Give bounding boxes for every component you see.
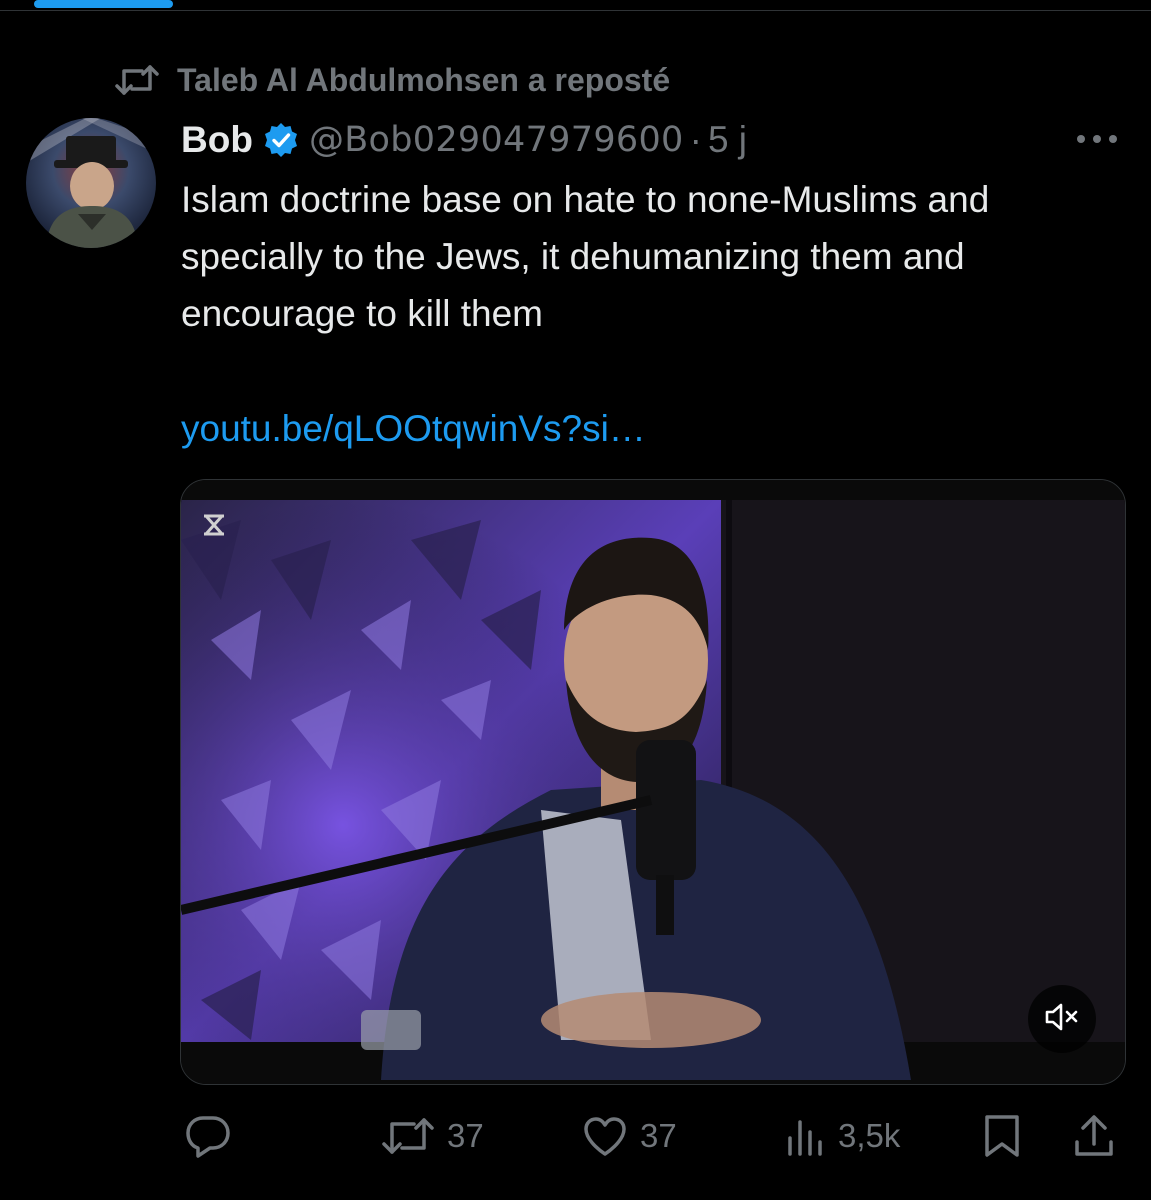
heart-icon — [582, 1115, 628, 1157]
verified-badge-icon[interactable] — [263, 122, 299, 158]
share-button[interactable] — [1073, 1104, 1115, 1168]
reply-icon — [184, 1112, 232, 1160]
views-button[interactable]: 3,5k — [786, 1104, 900, 1168]
repost-icon — [381, 1114, 435, 1158]
tweet-text: Islam doctrine base on hate to none-Musl… — [181, 179, 990, 334]
author-display-name[interactable]: Bob — [181, 119, 253, 161]
repost-button[interactable]: 37 — [381, 1104, 484, 1168]
tweet-header: Bob @Bob029047979600 · 5 j — [181, 114, 747, 166]
bookmark-button[interactable] — [982, 1104, 1022, 1168]
tweet-link[interactable]: youtu.be/qLOOtqwinVs?si… — [181, 400, 646, 457]
mute-button[interactable] — [1028, 985, 1096, 1053]
bookmark-icon — [982, 1113, 1022, 1159]
separator-dot: · — [689, 119, 702, 160]
volume-muted-icon — [1044, 1001, 1080, 1038]
avatar[interactable] — [26, 118, 156, 248]
video-player[interactable] — [180, 479, 1126, 1085]
like-count: 37 — [640, 1117, 677, 1154]
author-handle[interactable]: @Bob029047979600 — [309, 120, 684, 160]
more-options-icon[interactable] — [1074, 124, 1120, 154]
like-button[interactable]: 37 — [582, 1104, 677, 1168]
repost-label: Taleb Al Abdulmohsen a reposté — [177, 61, 671, 98]
video-frame — [181, 480, 1125, 1084]
views-icon — [786, 1116, 826, 1156]
repost-icon — [115, 63, 159, 97]
views-count: 3,5k — [838, 1117, 901, 1154]
share-icon — [1073, 1114, 1115, 1158]
tweet-timestamp[interactable]: 5 j — [708, 119, 747, 161]
reply-button[interactable] — [184, 1104, 244, 1168]
active-tab-indicator — [34, 0, 173, 8]
repost-context[interactable]: Taleb Al Abdulmohsen a reposté — [115, 58, 670, 102]
tweet-actions: 37 37 3,5k — [0, 1104, 1151, 1168]
capcut-watermark-icon — [201, 512, 227, 543]
repost-count: 37 — [447, 1117, 484, 1154]
top-divider — [0, 10, 1151, 11]
